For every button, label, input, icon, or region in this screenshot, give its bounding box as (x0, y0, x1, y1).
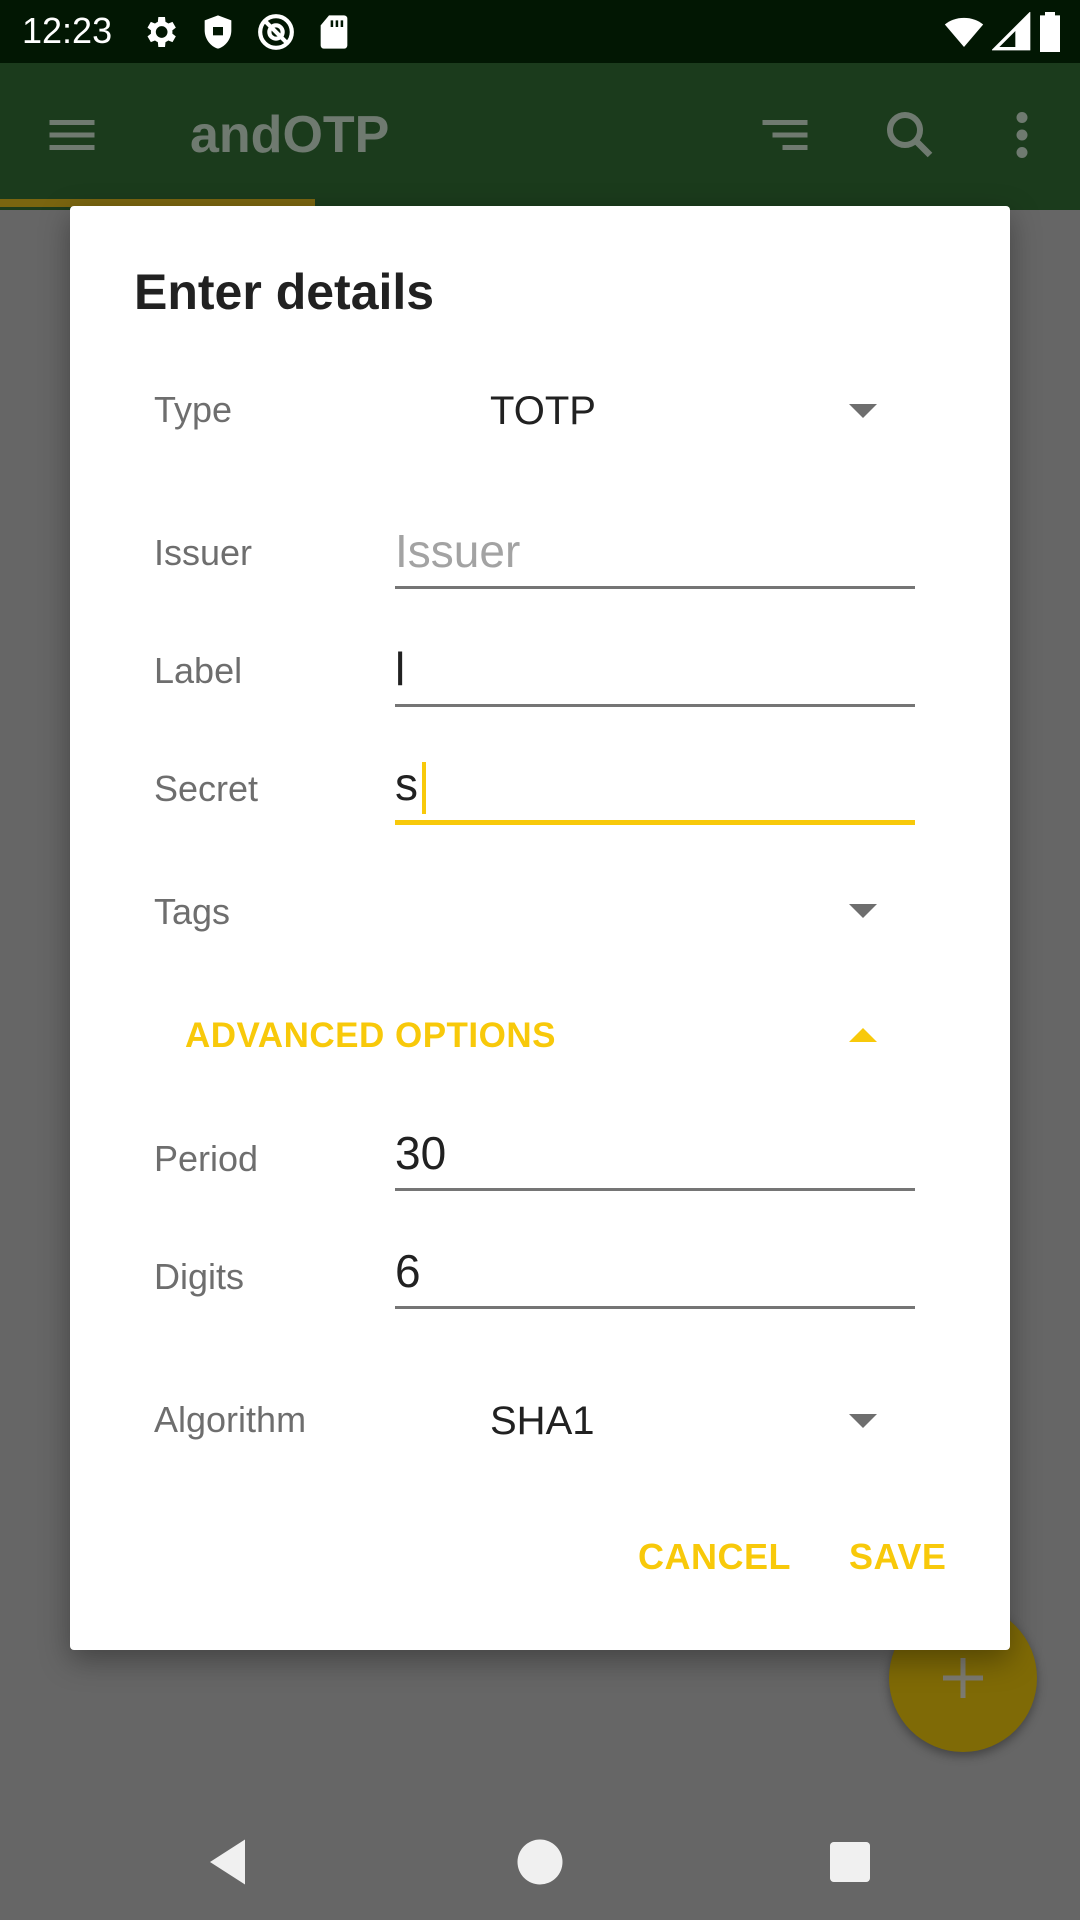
algorithm-label: Algorithm (154, 1399, 307, 1440)
recents-icon[interactable] (820, 1832, 880, 1892)
digits-field[interactable]: 6 (395, 1229, 915, 1309)
algorithm-value: SHA1 (490, 1399, 595, 1443)
home-icon[interactable] (510, 1832, 570, 1892)
wifi-icon (944, 17, 984, 47)
cancel-button[interactable]: CANCEL (638, 1536, 791, 1578)
secret-label: Secret (154, 768, 259, 809)
at-icon (258, 14, 294, 50)
secret-value: s (395, 758, 418, 811)
digits-label: Digits (154, 1256, 245, 1297)
chevron-down-icon (849, 904, 877, 918)
type-spinner[interactable]: TOTP (370, 366, 950, 456)
issuer-label: Issuer (154, 532, 253, 573)
settings-icon (147, 17, 176, 47)
add-icon (943, 1658, 983, 1698)
tags-spinner[interactable] (370, 866, 950, 956)
back-icon[interactable] (200, 1832, 260, 1892)
menu-icon[interactable] (42, 105, 102, 165)
navigation-bar (0, 1800, 1080, 1920)
app-title: andOTP (190, 106, 390, 164)
label-label: Label (154, 650, 243, 691)
sd-card-icon (320, 15, 348, 49)
label-value: l (395, 643, 406, 695)
period-field[interactable]: 30 (395, 1111, 915, 1191)
chevron-up-icon (849, 1028, 877, 1042)
enter-details-dialog: Enter details Type TOTP Issuer Issuer La… (70, 206, 1010, 1650)
issuer-field[interactable]: Issuer (395, 509, 915, 589)
period-value: 30 (395, 1127, 447, 1179)
search-icon[interactable] (880, 105, 940, 165)
algorithm-spinner[interactable]: SHA1 (370, 1376, 950, 1466)
shield-icon (204, 15, 232, 49)
tags-label: Tags (154, 891, 231, 932)
save-button[interactable]: SAVE (849, 1536, 946, 1578)
text-caret (422, 762, 426, 814)
type-label: Type (154, 389, 233, 430)
secret-field[interactable]: s (395, 745, 915, 825)
period-label: Period (154, 1138, 259, 1179)
advanced-options-toggle[interactable]: ADVANCED OPTIONS (150, 986, 950, 1086)
dialog-title: Enter details (134, 264, 435, 320)
chevron-down-icon (849, 1414, 877, 1428)
battery-icon (1040, 12, 1060, 52)
advanced-options-label: ADVANCED OPTIONS (185, 1016, 556, 1055)
more-vert-icon[interactable] (992, 105, 1052, 165)
digits-value: 6 (395, 1245, 421, 1297)
signal-icon (992, 12, 1031, 51)
status-time: 12:23 (22, 10, 113, 51)
label-field[interactable]: l (395, 627, 915, 707)
type-value: TOTP (490, 389, 596, 433)
chevron-down-icon (849, 404, 877, 418)
issuer-placeholder: Issuer (395, 525, 521, 577)
sort-icon[interactable] (755, 105, 815, 165)
status-bar: 12:23 (0, 0, 1080, 63)
